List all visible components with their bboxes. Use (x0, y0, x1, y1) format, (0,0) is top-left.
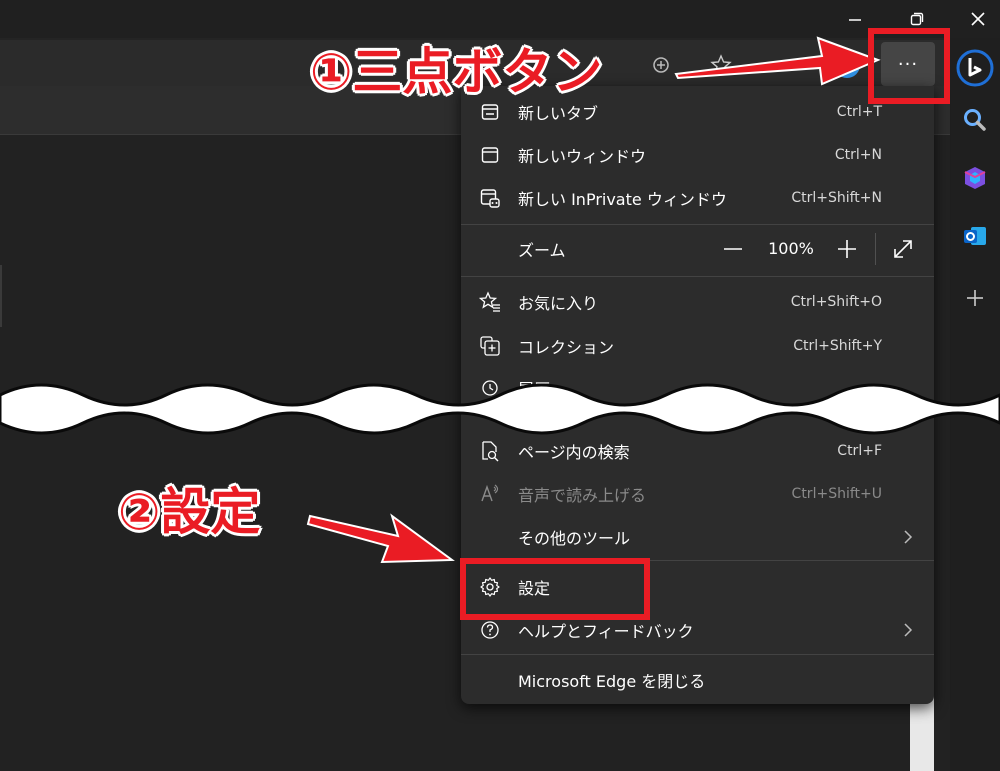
microsoft365-icon (964, 167, 986, 189)
zoom-in-button[interactable] (833, 235, 861, 263)
annotation-step2: ②設定 (118, 483, 261, 541)
menu-item-new-window[interactable]: 新しいウィンドウ Ctrl+N (461, 133, 934, 176)
menu-item-label: コレクション (518, 337, 615, 357)
menu-item-new-inprivate-window[interactable]: 新しい InPrivate ウィンドウ Ctrl+Shift+N (461, 176, 934, 219)
annotation-highlight-settings (460, 558, 650, 620)
page-edge (0, 265, 2, 327)
menu-item-label: その他のツール (518, 528, 631, 548)
annotation-arrow-right-icon (674, 36, 881, 86)
fullscreen-button[interactable] (889, 235, 917, 263)
menu-item-more-tools[interactable]: その他のツール (461, 515, 934, 558)
zoom-level: 100% (768, 239, 814, 258)
menu-item-shortcut: Ctrl+Shift+U (791, 485, 882, 502)
sidebar-item-copilot[interactable] (950, 48, 1000, 88)
menu-item-read-aloud[interactable]: 音声で読み上げる Ctrl+Shift+U (461, 472, 934, 515)
menu-item-label: 新しい InPrivate ウィンドウ (518, 189, 727, 209)
menu-item-shortcut: Ctrl+Shift+N (791, 189, 882, 206)
annotation-arrow-down-right-icon (306, 513, 455, 564)
menu-item-shortcut: Ctrl+Shift+Y (793, 337, 882, 354)
chevron-right-icon (900, 620, 916, 640)
menu-item-label: Microsoft Edge を閉じる (518, 671, 706, 691)
torn-section-divider (0, 383, 1000, 435)
menu-item-close-edge[interactable]: Microsoft Edge を閉じる (461, 658, 934, 701)
zoom-divider (875, 233, 876, 265)
menu-divider (461, 654, 934, 655)
minus-icon (724, 248, 742, 250)
menu-item-collections[interactable]: コレクション Ctrl+Shift+Y (461, 324, 934, 367)
outlook-icon (964, 227, 986, 245)
menu-item-label: 音声で読み上げる (518, 485, 647, 505)
inprivate-icon (477, 186, 503, 210)
sidebar-add-button[interactable] (950, 278, 1000, 318)
search-icon (964, 109, 986, 131)
add-icon (967, 290, 983, 306)
collections-icon (477, 334, 503, 358)
bing-copilot-icon (956, 49, 994, 87)
menu-item-label: 新しいウィンドウ (518, 146, 647, 166)
add-tab-icon (653, 57, 669, 73)
menu-divider (461, 276, 934, 277)
chevron-right-icon (900, 527, 916, 547)
read-aloud-icon (477, 482, 503, 506)
menu-item-label: お気に入り (518, 293, 599, 313)
menu-item-zoom: ズーム 100% (461, 227, 934, 270)
zoom-out-button[interactable] (719, 235, 747, 263)
menu-item-shortcut: Ctrl+N (834, 146, 882, 163)
menu-item-label: ヘルプとフィードバック (518, 621, 694, 641)
new-window-icon (477, 143, 503, 167)
menu-item-favorites[interactable]: お気に入り Ctrl+Shift+O (461, 280, 934, 323)
sidebar-item-search[interactable] (950, 100, 1000, 140)
help-icon (477, 618, 503, 642)
favorites-icon (477, 290, 503, 314)
annotation-step1: ①三点ボタン (310, 43, 603, 101)
menu-item-label: ズーム (518, 240, 566, 260)
menu-item-shortcut: Ctrl+Shift+O (790, 293, 882, 310)
plus-icon (838, 240, 856, 258)
restore-icon (910, 12, 924, 26)
menu-item-shortcut: Ctrl+T (836, 103, 882, 120)
sidebar-item-microsoft365[interactable] (950, 158, 1000, 198)
menu-divider (461, 224, 934, 225)
minimize-icon (849, 19, 861, 21)
close-icon (971, 12, 985, 26)
sidebar-item-outlook[interactable] (950, 216, 1000, 256)
menu-item-label: 新しいタブ (518, 103, 599, 123)
fullscreen-icon (894, 240, 912, 258)
close-window-button[interactable] (955, 0, 1000, 38)
new-tab-icon (477, 100, 503, 124)
annotation-highlight-more-button (868, 28, 950, 104)
